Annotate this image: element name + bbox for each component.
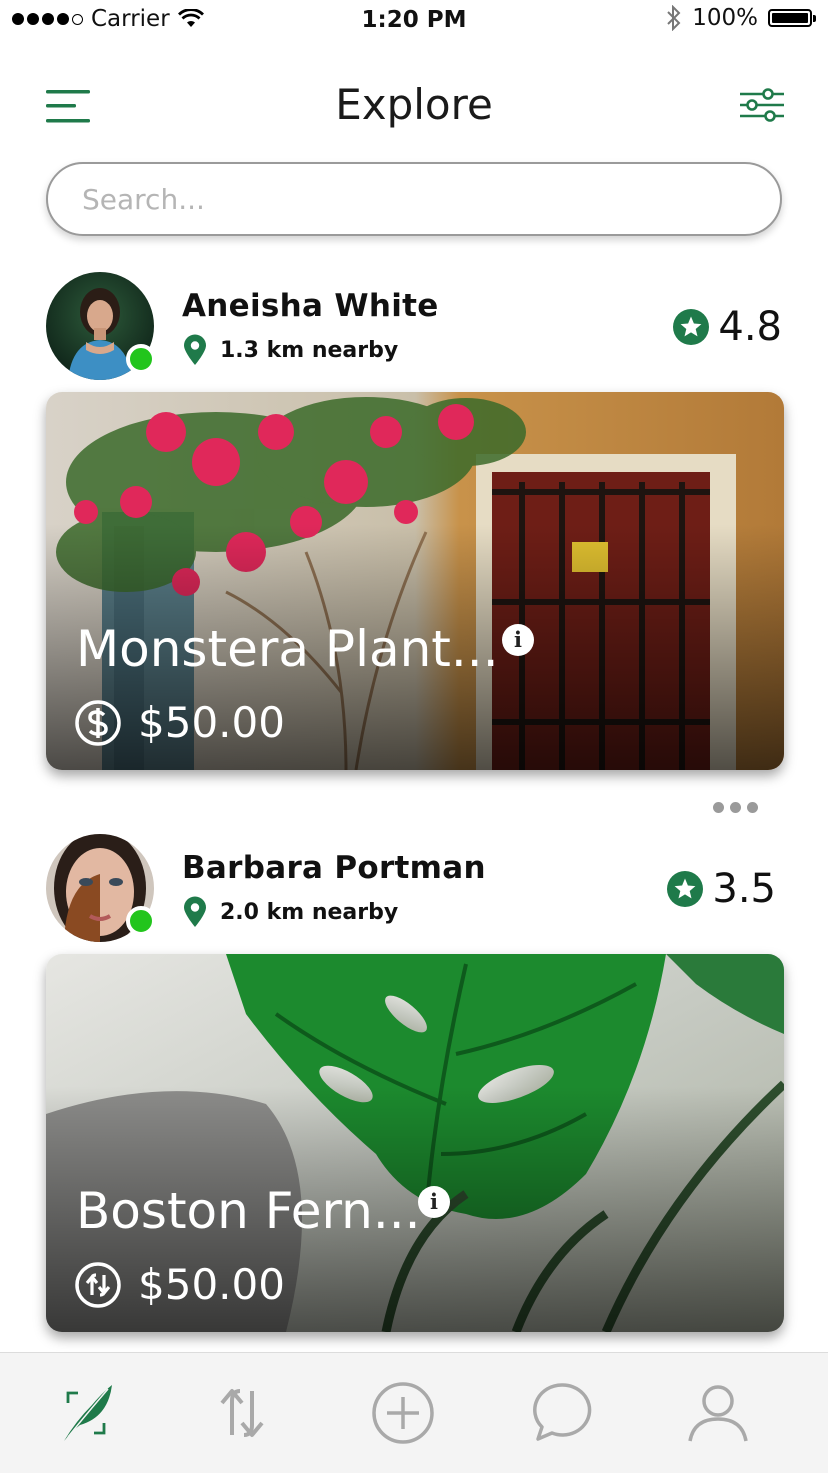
star-rating-icon	[667, 871, 704, 907]
distance-label: 1.3 km nearby	[220, 337, 399, 363]
online-indicator	[126, 906, 156, 936]
leaf-icon	[64, 1385, 112, 1441]
distance-info: 2.0 km nearby	[182, 896, 398, 928]
chat-icon	[533, 1383, 592, 1441]
profile-icon	[688, 1385, 748, 1442]
status-bar: Carrier 1:20 PM 100%	[0, 0, 828, 40]
battery-percent: 100%	[692, 5, 758, 31]
product-card[interactable]: Monstera Plant... i $50.00	[46, 392, 784, 770]
distance-info: 1.3 km nearby	[182, 334, 398, 366]
price-label: $50.00	[138, 698, 285, 747]
tab-add[interactable]	[371, 1381, 435, 1445]
tab-swap[interactable]	[210, 1381, 274, 1445]
filter-button[interactable]	[738, 86, 786, 126]
page-title: Explore	[335, 80, 493, 129]
product-card[interactable]: Boston Fern... i $50.00	[46, 954, 784, 1332]
location-pin-icon	[184, 896, 206, 927]
product-title: Boston Fern...	[76, 1182, 421, 1240]
swap-circle-icon	[75, 1261, 121, 1308]
info-icon[interactable]: i	[418, 1186, 450, 1218]
tab-explore[interactable]	[54, 1381, 118, 1445]
star-rating-icon	[673, 309, 710, 345]
location-pin-icon	[184, 334, 206, 365]
rating-value: 3.5	[712, 866, 776, 912]
avatar[interactable]	[46, 272, 156, 380]
battery-info: 100%	[666, 5, 816, 31]
bottom-tab-bar	[0, 1352, 828, 1473]
info-icon[interactable]: i	[502, 624, 534, 656]
tab-chat[interactable]	[530, 1381, 594, 1445]
avatar[interactable]	[46, 834, 156, 942]
distance-label: 2.0 km nearby	[220, 899, 399, 925]
search-input[interactable]	[46, 162, 782, 236]
product-title: Monstera Plant...	[76, 620, 499, 678]
online-indicator	[126, 344, 156, 374]
bluetooth-icon	[667, 5, 681, 31]
more-options-button[interactable]	[713, 802, 758, 813]
seller-name[interactable]: Aneisha White	[182, 288, 439, 324]
add-icon	[372, 1382, 434, 1444]
price-row: $50.00	[74, 698, 285, 747]
rating: 3.5	[666, 866, 776, 912]
price-label: $50.00	[138, 1260, 285, 1309]
seller-name[interactable]: Barbara Portman	[182, 850, 486, 886]
rating-value: 4.8	[718, 304, 782, 350]
tab-profile[interactable]	[686, 1381, 750, 1445]
price-row: $50.00	[74, 1260, 285, 1309]
rating: 4.8	[672, 304, 782, 350]
filter-sliders-icon	[740, 88, 784, 122]
swap-icon	[220, 1389, 264, 1437]
battery-icon	[768, 9, 816, 27]
dollar-circle-icon	[75, 699, 121, 746]
